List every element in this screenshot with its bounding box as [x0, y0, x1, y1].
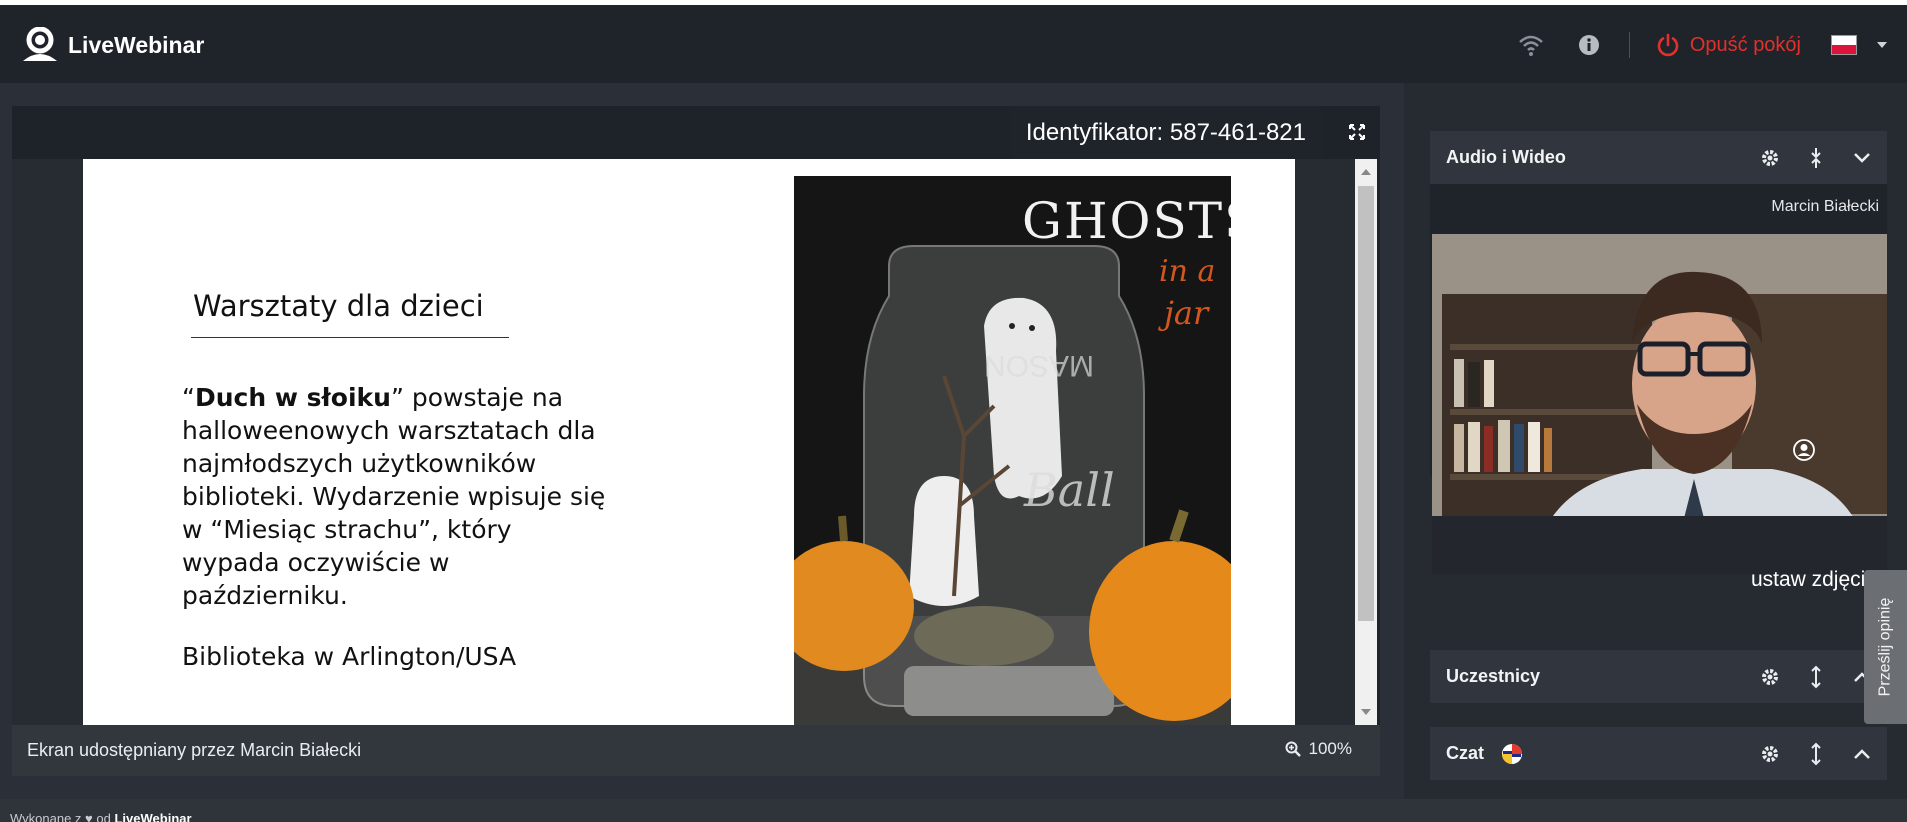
footer-suffix: od [96, 811, 111, 822]
resize-collapse-icon[interactable] [1803, 145, 1829, 171]
scrollbar-thumb[interactable] [1358, 186, 1374, 621]
fullscreen-icon[interactable] [1344, 119, 1370, 145]
set-photo-button[interactable]: ustaw zdjęcie [1751, 568, 1877, 592]
chevron-up-icon[interactable] [1849, 741, 1875, 767]
participant-video [1432, 234, 1887, 574]
slide-title-underline [191, 337, 509, 338]
app-logo[interactable]: LiveWebinar [20, 27, 204, 63]
slide-footer: Biblioteka w Arlington/USA [182, 642, 517, 671]
slide-body: “Duch w słoiku” powstaje na halloweenowy… [182, 383, 606, 610]
scroll-up-icon[interactable] [1361, 169, 1371, 175]
footer-prefix: Wykonane z [10, 811, 82, 822]
top-bar-actions: Opuść pokój [1487, 27, 1887, 63]
zoom-level: 100% [1308, 739, 1352, 758]
page-footer: Wykonane z ♥ od LiveWebinar [0, 799, 1907, 822]
zoom-in-icon [1285, 741, 1301, 757]
photo-caption-jar: jar [1158, 294, 1210, 332]
panel-header-audio-video[interactable]: Audio i Wideo [1430, 131, 1887, 184]
sidebar: Audio i Wideo Marcin Białecki ustaw zdję… [1404, 83, 1907, 799]
jar-text: MASON [984, 349, 1094, 382]
gear-icon[interactable] [1757, 145, 1783, 171]
chevron-down-icon[interactable] [1849, 145, 1875, 171]
feedback-label: Prześlij opinię [1876, 597, 1894, 697]
feedback-tab[interactable]: Prześlij opinię [1864, 570, 1907, 724]
logo-icon [23, 27, 57, 61]
power-icon [1657, 33, 1679, 57]
chat-avatar-icon [1502, 743, 1523, 764]
gear-icon[interactable] [1757, 741, 1783, 767]
jar-brand: Ball [1023, 463, 1115, 517]
wifi-icon[interactable] [1517, 31, 1545, 59]
ghost-jar-photo: Ball MASON GHOSTS in a jar [794, 176, 1231, 725]
photo-caption-in-a: in a [1159, 254, 1215, 289]
panel-header-participants[interactable]: Uczestnicy [1430, 650, 1887, 703]
resize-expand-icon[interactable] [1803, 741, 1829, 767]
scroll-down-icon[interactable] [1361, 709, 1371, 715]
panel-title-chat: Czat [1446, 743, 1485, 763]
panel-header-chat[interactable]: Czat [1430, 727, 1887, 780]
panel-title-participants: Uczestnicy [1446, 666, 1541, 686]
presentation-area: Identyfikator: 587-461-821 Warsztaty dla… [0, 83, 1404, 799]
divider [1628, 32, 1630, 58]
footer-brand[interactable]: LiveWebinar [114, 811, 191, 822]
user-circle-icon[interactable] [1793, 439, 1815, 461]
photo-caption-ghosts: GHOSTS [1022, 192, 1231, 250]
slide-scrollbar[interactable] [1355, 159, 1377, 725]
video-panel: Marcin Białecki [1430, 184, 1887, 574]
top-bar: LiveWebinar Opuść pokój [0, 5, 1907, 83]
leave-room-button[interactable]: Opuść pokój [1656, 33, 1801, 57]
shared-by-text: Ekran udostępniany przez Marcin Białecki [27, 740, 362, 760]
stage-status-bar: Ekran udostępniany przez Marcin Białecki… [12, 725, 1380, 776]
resize-expand-icon[interactable] [1803, 664, 1829, 690]
slide-body-text: ” powstaje na halloweenowych warsztatach… [182, 383, 606, 610]
heart-icon: ♥ [85, 811, 93, 822]
screen-share-stage: Identyfikator: 587-461-821 Warsztaty dla… [12, 106, 1380, 776]
logo-text: LiveWebinar [68, 31, 205, 58]
shared-slide: Warsztaty dla dzieci “Duch w słoiku” pow… [83, 159, 1295, 725]
panel-title-audio-video: Audio i Wideo [1446, 147, 1566, 167]
room-id-badge: Identyfikator: 587-461-821 [1009, 106, 1322, 159]
caret-down-icon[interactable] [1877, 42, 1887, 48]
slide-body-bold: Duch w słoiku [194, 383, 391, 412]
slide-title: Warsztaty dla dzieci [193, 289, 484, 323]
flag-icon[interactable] [1831, 35, 1857, 55]
zoom-control[interactable]: 100% [1285, 739, 1352, 759]
participant-name: Marcin Białecki [1771, 198, 1879, 215]
info-icon[interactable] [1575, 31, 1603, 59]
leave-room-label: Opuść pokój [1689, 33, 1801, 56]
gear-icon[interactable] [1757, 664, 1783, 690]
